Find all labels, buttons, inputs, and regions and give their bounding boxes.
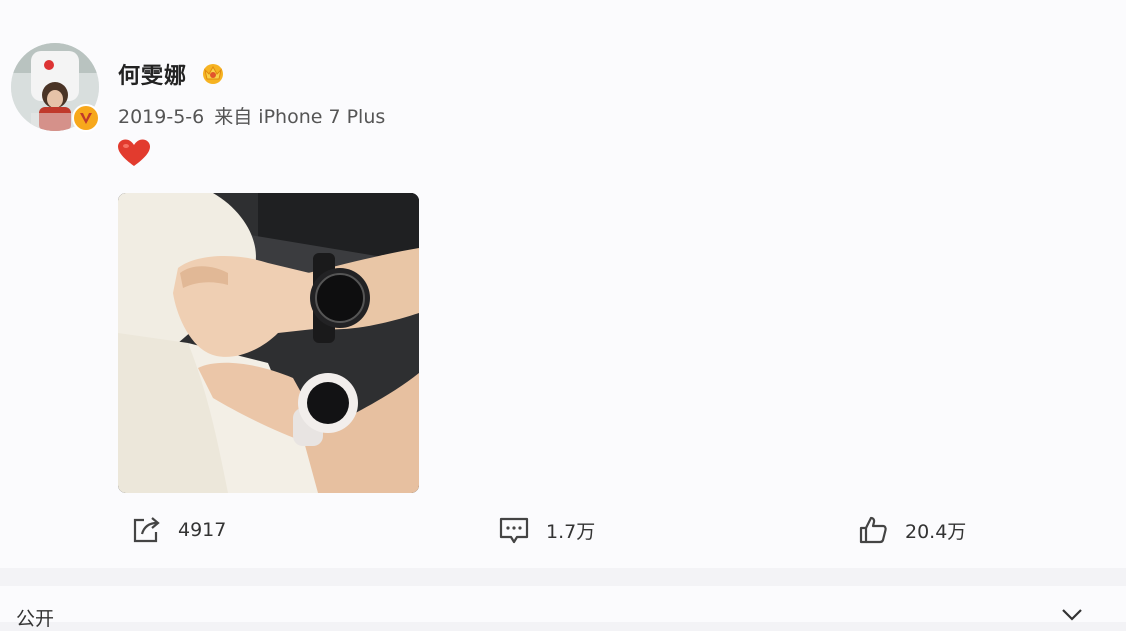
weibo-post-card: 何雯娜 2019-5-6 来自 iPhone 7 Plus 4917 1.7万 … (0, 0, 1126, 568)
thumbs-up-icon (859, 516, 887, 544)
photo-hands-watches (118, 193, 419, 493)
visibility-label: 公开 (16, 608, 55, 630)
red-heart-icon (118, 139, 150, 166)
comment-icon (499, 517, 529, 544)
like-button[interactable]: 20.4万 (857, 512, 966, 548)
crown-member-icon[interactable] (200, 60, 226, 86)
chevron-down-icon[interactable] (1060, 606, 1084, 622)
repost-count: 4917 (178, 519, 227, 541)
post-image[interactable] (118, 193, 419, 493)
comment-count: 1.7万 (546, 520, 596, 543)
verified-v-icon (72, 104, 100, 132)
author-name[interactable]: 何雯娜 (118, 58, 187, 90)
repost-button[interactable]: 4917 (130, 512, 226, 548)
visibility-bar: 公开 (0, 586, 1126, 630)
post-source: 来自 iPhone 7 Plus (214, 106, 386, 128)
repost-icon (133, 517, 160, 543)
comment-button[interactable]: 1.7万 (498, 512, 595, 548)
post-meta: 2019-5-6 来自 iPhone 7 Plus (118, 102, 385, 129)
post-date[interactable]: 2019-5-6 (118, 106, 204, 128)
like-count: 20.4万 (905, 520, 967, 543)
